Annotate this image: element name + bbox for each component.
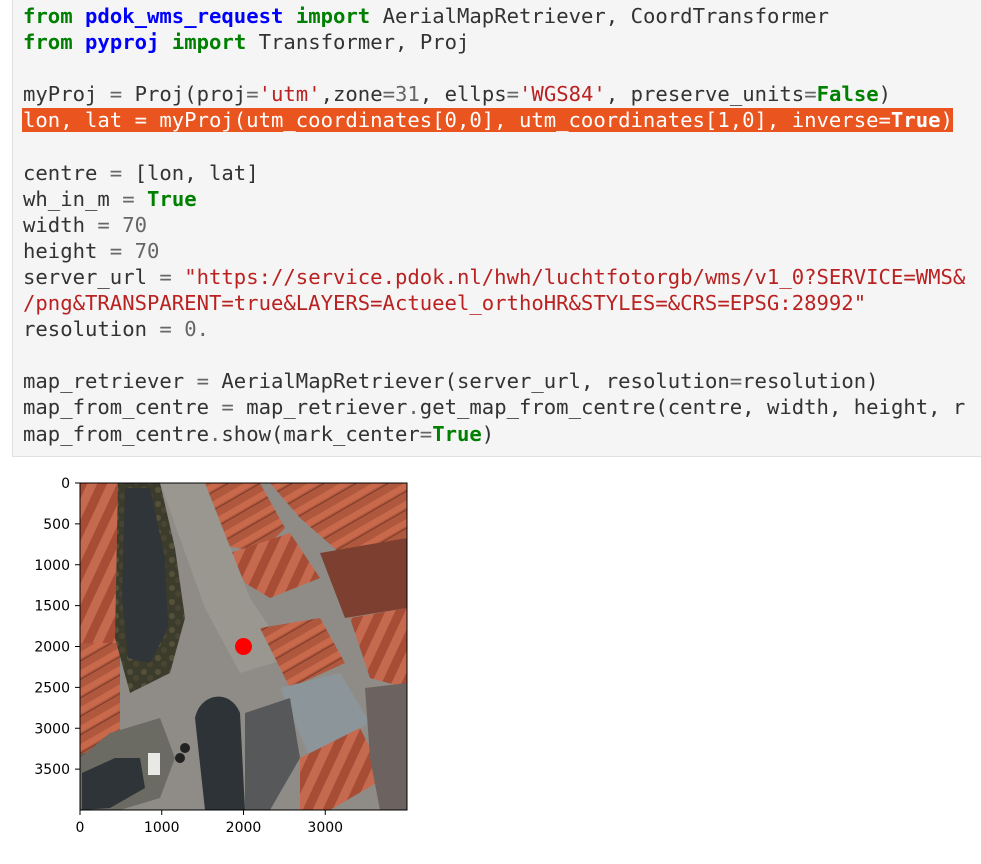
code-line[interactable]: lon, lat = myProj(utm_coordinates[0,0], … <box>22 107 965 133</box>
y-tick-label: 2500 <box>34 680 70 696</box>
code-line[interactable]: from pdok_wms_request import AerialMapRe… <box>23 3 965 29</box>
code-line[interactable]: wh_in_m = True <box>23 186 965 212</box>
code-line[interactable]: from pyproj import Transformer, Proj <box>23 29 965 55</box>
x-tick-label: 0 <box>76 820 85 836</box>
code-line[interactable]: map_retriever = AerialMapRetriever(serve… <box>23 368 965 394</box>
code-editor[interactable]: from pdok_wms_request import AerialMapRe… <box>22 3 965 447</box>
y-tick-label: 500 <box>43 517 70 533</box>
code-line[interactable]: map_from_centre = map_retriever.get_map_… <box>23 394 965 420</box>
y-tick-label: 0 <box>61 476 70 492</box>
code-line[interactable]: height = 70 <box>23 238 965 264</box>
center-marker <box>235 638 252 655</box>
output-area: 0 1000 2000 3000 0 500 1000 1500 2000 2500 3000 350… <box>0 458 981 860</box>
y-tick-label: 3500 <box>34 762 70 778</box>
code-line[interactable] <box>23 133 965 159</box>
code-line[interactable] <box>23 55 965 81</box>
x-tick-label: 3000 <box>307 820 343 836</box>
aerial-map-image <box>80 483 407 810</box>
code-line[interactable]: /png&TRANSPARENT=true&LAYERS=Actueel_ort… <box>23 290 965 316</box>
y-tick-label: 1000 <box>34 558 70 574</box>
code-line[interactable]: centre = [lon, lat] <box>23 160 965 186</box>
y-tick-label: 2000 <box>34 640 70 656</box>
code-line[interactable]: server_url = "https://service.pdok.nl/hw… <box>23 264 965 290</box>
code-line[interactable]: map_from_centre.show(mark_center=True) <box>23 421 965 447</box>
code-cell[interactable]: from pdok_wms_request import AerialMapRe… <box>12 0 981 457</box>
x-tick-label: 1000 <box>144 820 180 836</box>
code-line[interactable]: width = 70 <box>23 212 965 238</box>
y-tick-label: 1500 <box>34 599 70 615</box>
code-line[interactable]: myProj = Proj(proj='utm',zone=31, ellps=… <box>23 81 965 107</box>
map-plot: 0 1000 2000 3000 0 500 1000 1500 2000 2500 3000 350… <box>34 476 408 836</box>
x-tick-label: 2000 <box>226 820 262 836</box>
y-tick-label: 3000 <box>34 721 70 737</box>
code-line[interactable]: resolution = 0. <box>23 316 965 342</box>
code-line[interactable] <box>23 342 965 368</box>
